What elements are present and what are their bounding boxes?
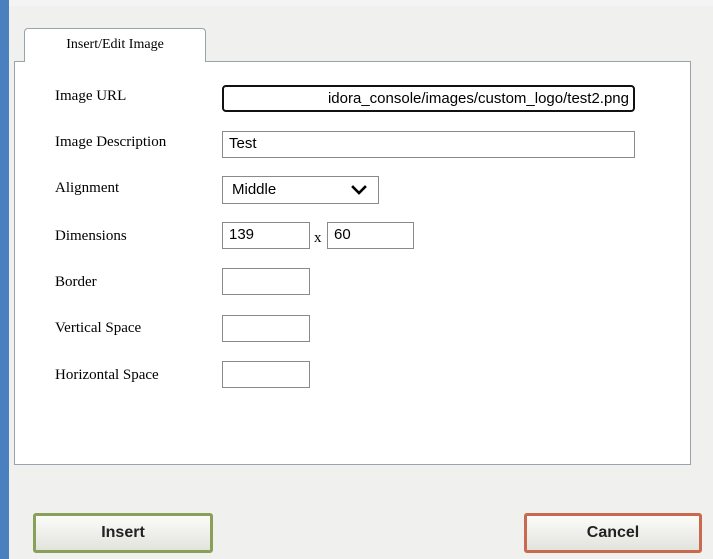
- image-properties-panel: [14, 61, 691, 465]
- window-frame-edge: [0, 0, 9, 559]
- alignment-label: Alignment: [55, 180, 120, 196]
- dimensions-label: Dimensions: [55, 228, 127, 244]
- horizontal-space-input[interactable]: [222, 361, 310, 388]
- horizontal-space-label: Horizontal Space: [55, 367, 159, 383]
- insert-button[interactable]: Insert: [33, 513, 213, 553]
- image-url-label: Image URL: [55, 88, 127, 104]
- chevron-down-icon: [351, 185, 367, 195]
- image-url-value: idora_console/images/custom_logo/test2.p…: [327, 90, 629, 107]
- alignment-selected-value: Middle: [232, 181, 277, 198]
- border-label: Border: [55, 274, 97, 290]
- border-input[interactable]: [222, 268, 310, 295]
- image-description-input[interactable]: Test: [222, 131, 635, 158]
- dimensions-separator: x: [314, 230, 322, 246]
- vertical-space-input[interactable]: [222, 315, 310, 342]
- cancel-button[interactable]: Cancel: [524, 513, 702, 553]
- height-input[interactable]: 60: [327, 222, 414, 249]
- vertical-space-label: Vertical Space: [55, 320, 142, 336]
- width-input[interactable]: 139: [222, 222, 310, 249]
- image-description-label: Image Description: [55, 134, 167, 150]
- image-url-input[interactable]: idora_console/images/custom_logo/test2.p…: [222, 85, 635, 112]
- tab-insert-edit-image[interactable]: Insert/Edit Image: [24, 28, 206, 62]
- alignment-select[interactable]: Middle: [222, 176, 379, 204]
